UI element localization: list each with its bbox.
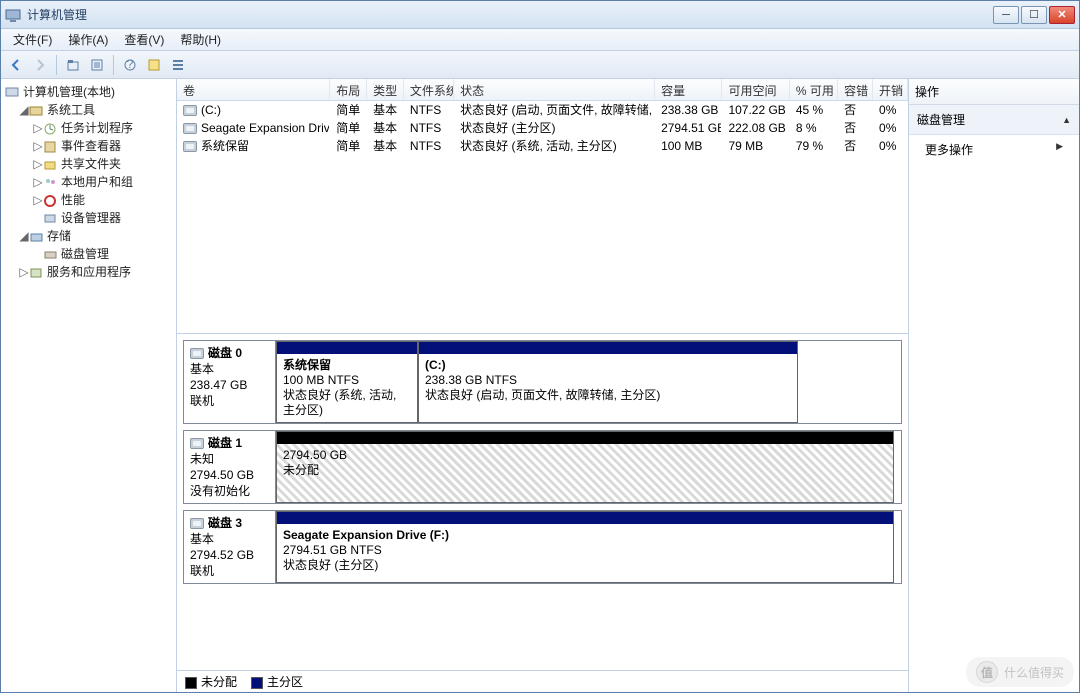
partition-bar xyxy=(277,342,417,354)
app-icon xyxy=(5,7,21,23)
col-volume[interactable]: 卷 xyxy=(177,79,330,100)
volume-body[interactable]: (C:)简单基本NTFS状态良好 (启动, 页面文件, 故障转储, 主分区)23… xyxy=(177,101,908,333)
tree-storage[interactable]: ◢存储 磁盘管理 xyxy=(19,227,174,263)
col-overhead[interactable]: 开销 xyxy=(873,79,908,100)
disk-row[interactable]: 磁盘 1未知2794.50 GB没有初始化2794.50 GB未分配 xyxy=(183,430,902,504)
watermark-text: 什么值得买 xyxy=(1004,664,1064,681)
maximize-button[interactable]: ☐ xyxy=(1021,6,1047,24)
menu-help[interactable]: 帮助(H) xyxy=(172,29,229,50)
app-window: 计算机管理 ─ ☐ ✕ 文件(F) 操作(A) 查看(V) 帮助(H) ? 计算… xyxy=(0,0,1080,693)
help-button[interactable]: ? xyxy=(119,54,141,76)
disk-info: 磁盘 0基本238.47 GB联机 xyxy=(184,341,276,423)
actions-section[interactable]: 磁盘管理▲ xyxy=(909,105,1079,135)
disk-icon xyxy=(190,438,204,449)
disk-icon xyxy=(190,518,204,529)
col-type[interactable]: 类型 xyxy=(367,79,404,100)
partition[interactable]: 系统保留100 MB NTFS状态良好 (系统, 活动, 主分区) xyxy=(276,341,418,423)
tree-shared-folders[interactable]: ▷共享文件夹 xyxy=(33,155,174,173)
col-layout[interactable]: 布局 xyxy=(330,79,367,100)
partition-text: (C:)238.38 GB NTFS状态良好 (启动, 页面文件, 故障转储, … xyxy=(419,354,797,422)
drive-icon xyxy=(183,141,197,152)
partition-text: 系统保留100 MB NTFS状态良好 (系统, 活动, 主分区) xyxy=(277,354,417,422)
tree-device-manager[interactable]: 设备管理器 xyxy=(33,209,174,227)
volume-list: 卷 布局 类型 文件系统 状态 容量 可用空间 % 可用 容错 开销 (C:)简… xyxy=(177,79,908,334)
col-fault[interactable]: 容错 xyxy=(838,79,873,100)
partition-text: Seagate Expansion Drive (F:)2794.51 GB N… xyxy=(277,524,893,582)
disk-row[interactable]: 磁盘 0基本238.47 GB联机系统保留100 MB NTFS状态良好 (系统… xyxy=(183,340,902,424)
actions-pane: 操作 磁盘管理▲ 更多操作▶ xyxy=(909,79,1079,692)
tree-performance[interactable]: ▷性能 xyxy=(33,191,174,209)
tree-event-viewer[interactable]: ▷事件查看器 xyxy=(33,137,174,155)
nav-tree[interactable]: 计算机管理(本地) ◢系统工具 ▷任务计划程序 ▷事件查看器 ▷共享文件夹 ▷本… xyxy=(1,79,177,692)
tree-disk-management[interactable]: 磁盘管理 xyxy=(33,245,174,263)
legend-unallocated: 未分配 xyxy=(185,673,237,690)
disk-map-panel[interactable]: 磁盘 0基本238.47 GB联机系统保留100 MB NTFS状态良好 (系统… xyxy=(177,334,908,670)
col-pct[interactable]: % 可用 xyxy=(790,79,838,100)
menu-view[interactable]: 查看(V) xyxy=(116,29,172,50)
back-button[interactable] xyxy=(5,54,27,76)
legend-primary: 主分区 xyxy=(251,673,303,690)
disk-info: 磁盘 1未知2794.50 GB没有初始化 xyxy=(184,431,276,503)
partitions: 2794.50 GB未分配 xyxy=(276,431,901,503)
chevron-right-icon: ▶ xyxy=(1056,141,1063,152)
tree-services[interactable]: ▷服务和应用程序 xyxy=(19,263,174,281)
legend: 未分配 主分区 xyxy=(177,670,908,692)
collapse-icon: ▲ xyxy=(1062,115,1071,125)
volume-row[interactable]: Seagate Expansion Drive (F:)简单基本NTFS状态良好… xyxy=(177,119,908,137)
minimize-button[interactable]: ─ xyxy=(993,6,1019,24)
partition[interactable]: Seagate Expansion Drive (F:)2794.51 GB N… xyxy=(276,511,894,583)
toolbar-sep2 xyxy=(113,55,114,75)
menu-file[interactable]: 文件(F) xyxy=(5,29,60,50)
disk-row[interactable]: 磁盘 3基本2794.52 GB联机Seagate Expansion Driv… xyxy=(183,510,902,584)
disk-icon xyxy=(190,348,204,359)
list-button[interactable] xyxy=(167,54,189,76)
partition-bar xyxy=(277,512,893,524)
main-content: 卷 布局 类型 文件系统 状态 容量 可用空间 % 可用 容错 开销 (C:)简… xyxy=(177,79,909,692)
toolbar: ? xyxy=(1,51,1079,79)
col-fs[interactable]: 文件系统 xyxy=(404,79,454,100)
disk-info: 磁盘 3基本2794.52 GB联机 xyxy=(184,511,276,583)
col-free[interactable]: 可用空间 xyxy=(722,79,789,100)
up-button[interactable] xyxy=(62,54,84,76)
title-bar[interactable]: 计算机管理 ─ ☐ ✕ xyxy=(1,1,1079,29)
props-button[interactable] xyxy=(143,54,165,76)
volume-row[interactable]: (C:)简单基本NTFS状态良好 (启动, 页面文件, 故障转储, 主分区)23… xyxy=(177,101,908,119)
partitions: Seagate Expansion Drive (F:)2794.51 GB N… xyxy=(276,511,901,583)
partition[interactable]: (C:)238.38 GB NTFS状态良好 (启动, 页面文件, 故障转储, … xyxy=(418,341,798,423)
actions-header: 操作 xyxy=(909,79,1079,105)
actions-more[interactable]: 更多操作▶ xyxy=(909,135,1079,164)
refresh-button[interactable] xyxy=(86,54,108,76)
col-status[interactable]: 状态 xyxy=(454,79,655,100)
client-area: 计算机管理(本地) ◢系统工具 ▷任务计划程序 ▷事件查看器 ▷共享文件夹 ▷本… xyxy=(1,79,1079,692)
svg-text:?: ? xyxy=(127,58,134,71)
drive-icon xyxy=(183,105,197,116)
col-capacity[interactable]: 容量 xyxy=(655,79,722,100)
menu-bar: 文件(F) 操作(A) 查看(V) 帮助(H) xyxy=(1,29,1079,51)
volume-row[interactable]: 系统保留简单基本NTFS状态良好 (系统, 活动, 主分区)100 MB79 M… xyxy=(177,137,908,155)
drive-icon xyxy=(183,123,197,134)
watermark-badge: 值 xyxy=(976,661,998,683)
menu-action[interactable]: 操作(A) xyxy=(60,29,116,50)
watermark: 值 什么值得买 xyxy=(966,657,1074,687)
forward-button[interactable] xyxy=(29,54,51,76)
partition-bar xyxy=(277,432,893,444)
partition-bar xyxy=(419,342,797,354)
close-button[interactable]: ✕ xyxy=(1049,6,1075,24)
volume-header-row: 卷 布局 类型 文件系统 状态 容量 可用空间 % 可用 容错 开销 xyxy=(177,79,908,101)
partitions: 系统保留100 MB NTFS状态良好 (系统, 活动, 主分区)(C:)238… xyxy=(276,341,901,423)
tree-task-scheduler[interactable]: ▷任务计划程序 xyxy=(33,119,174,137)
tree-local-users[interactable]: ▷本地用户和组 xyxy=(33,173,174,191)
partition[interactable]: 2794.50 GB未分配 xyxy=(276,431,894,503)
tree-system-tools[interactable]: ◢系统工具 ▷任务计划程序 ▷事件查看器 ▷共享文件夹 ▷本地用户和组 ▷性能 … xyxy=(19,101,174,227)
window-title: 计算机管理 xyxy=(27,6,991,23)
tree-root[interactable]: 计算机管理(本地) ◢系统工具 ▷任务计划程序 ▷事件查看器 ▷共享文件夹 ▷本… xyxy=(5,83,174,281)
partition-text: 2794.50 GB未分配 xyxy=(277,444,893,502)
toolbar-sep xyxy=(56,55,57,75)
